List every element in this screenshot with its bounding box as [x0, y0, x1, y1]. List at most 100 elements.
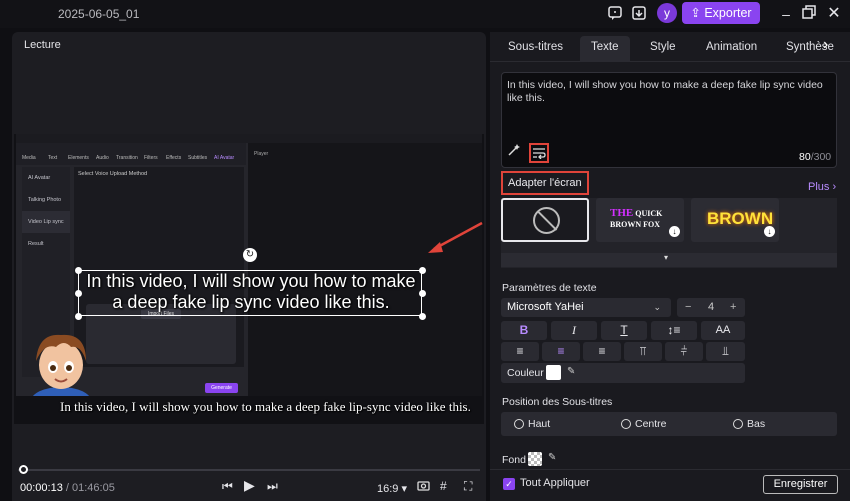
chevron-down-icon: ▾: [664, 253, 669, 262]
chevron-down-icon: ▾: [401, 483, 408, 495]
restore-icon[interactable]: [800, 5, 818, 23]
next-frame-icon[interactable]: ⏭: [267, 479, 278, 494]
avatar-character-image: [32, 334, 90, 396]
align-bottom-icon[interactable]: ⫫: [706, 342, 745, 361]
feedback-icon[interactable]: [606, 5, 624, 23]
inner-side-item: Video Lip sync: [22, 211, 70, 233]
chevron-right-icon[interactable]: ›: [823, 36, 828, 54]
resize-handle[interactable]: [75, 313, 82, 320]
tab-animation[interactable]: Animation: [706, 41, 757, 53]
close-icon[interactable]: ✕: [825, 5, 843, 23]
inner-tab-media: Media: [22, 155, 36, 161]
playback-progress-bar[interactable]: [18, 469, 480, 471]
inner-side-item: AI Avatar: [28, 175, 51, 181]
wrap-text-icon[interactable]: [529, 143, 549, 163]
subtitle-position-heading: Position des Sous-titres: [502, 396, 613, 408]
resize-handle[interactable]: [419, 290, 426, 297]
grid-icon[interactable]: #: [440, 479, 447, 493]
fit-screen-label: Adapter l'écran: [501, 171, 589, 195]
export-button[interactable]: ⇪ Exporter: [682, 2, 760, 24]
more-styles-link[interactable]: Plus ›: [808, 181, 836, 193]
decrease-icon[interactable]: −: [685, 298, 691, 317]
project-title: 2025-06-05_01: [58, 7, 140, 21]
inner-tab-effects: Effects: [166, 155, 182, 161]
fullscreen-icon[interactable]: ⛶: [464, 479, 472, 494]
line-spacing-icon[interactable]: ↕≡: [651, 321, 697, 340]
inner-tab-filters: Filters: [144, 155, 158, 161]
time-separator: /: [62, 482, 72, 494]
radio-bottom-label: Bas: [747, 418, 766, 430]
minimize-icon[interactable]: –: [777, 5, 795, 23]
play-icon[interactable]: ▶: [244, 477, 255, 494]
tab-style[interactable]: Style: [650, 41, 676, 53]
save-button[interactable]: Enregistrer: [763, 475, 838, 494]
eyedropper-icon[interactable]: ✎: [548, 452, 556, 463]
resize-handle[interactable]: [419, 267, 426, 274]
radio-center[interactable]: [621, 419, 631, 429]
title-bar: 2025-06-05_01 y ⇪ Exporter – ✕: [0, 0, 850, 28]
font-size-value: 4: [708, 301, 715, 313]
progress-handle[interactable]: [18, 465, 28, 474]
char-counter: 80/300: [799, 151, 831, 163]
timecode: 00:00:13 / 01:46:05: [20, 482, 115, 494]
selected-text-box[interactable]: In this video, I will show you how to ma…: [78, 270, 422, 316]
style-preset-brown[interactable]: BROWN ↓: [691, 198, 779, 242]
underline-icon[interactable]: T: [601, 321, 647, 340]
preview-viewport[interactable]: Media Text Elements Audio Transition Fil…: [14, 134, 484, 424]
italic-icon[interactable]: I: [551, 321, 597, 340]
background-swatch[interactable]: [528, 452, 542, 466]
rotate-handle-icon[interactable]: ↻: [243, 248, 257, 262]
font-family-value: Microsoft YaHei: [507, 301, 584, 313]
apply-all-checkbox[interactable]: ✓: [503, 478, 515, 490]
aspect-ratio-select[interactable]: 16:9 ▾: [377, 482, 407, 495]
text-params-heading: Paramètres de texte: [502, 282, 597, 294]
current-time: 00:00:13: [20, 482, 63, 494]
snapshot-icon[interactable]: [417, 479, 430, 494]
char-max: /300: [810, 151, 832, 163]
inner-tab-elements: Elements: [68, 155, 89, 161]
style-preview-text: BROWN: [707, 209, 774, 228]
radio-center-label: Centre: [635, 418, 667, 430]
user-avatar[interactable]: y: [657, 3, 677, 23]
bold-icon[interactable]: B: [501, 321, 547, 340]
inner-side-item: Result: [28, 241, 44, 247]
increase-icon[interactable]: +: [730, 298, 736, 317]
resize-handle[interactable]: [75, 267, 82, 274]
properties-panel: Sous-titres Texte Style Animation Synthè…: [490, 32, 850, 501]
radio-bottom[interactable]: [733, 419, 743, 429]
align-middle-icon[interactable]: ⫩: [665, 342, 703, 361]
annotation-arrow-icon: [428, 221, 483, 253]
inner-side-item: Talking Photo: [28, 197, 62, 203]
download-icon[interactable]: [630, 5, 648, 23]
align-top-icon[interactable]: ⫪: [624, 342, 662, 361]
style-preset-none[interactable]: [501, 198, 589, 242]
ai-magic-icon[interactable]: [504, 143, 524, 163]
style-preset-quick-brown-fox[interactable]: THE QUICK BROWN FOX ↓: [596, 198, 684, 242]
presets-expand-bar[interactable]: ▾: [501, 253, 837, 267]
char-count: 80: [799, 151, 811, 163]
apply-all-label: Tout Appliquer: [520, 477, 590, 489]
background-label: Fond: [502, 454, 526, 466]
uppercase-icon[interactable]: AA: [701, 321, 745, 340]
player-title: Lecture: [24, 39, 61, 51]
tab-text[interactable]: Texte: [580, 36, 630, 62]
resize-handle[interactable]: [75, 290, 82, 297]
resize-handle[interactable]: [419, 313, 426, 320]
no-style-icon: [533, 207, 560, 234]
tab-subtitles[interactable]: Sous-titres: [508, 41, 563, 53]
eyedropper-icon[interactable]: ✎: [567, 366, 575, 377]
text-content-input[interactable]: In this video, I will show you how to ma…: [501, 72, 837, 168]
text-content-value: In this video, I will show you how to ma…: [507, 79, 823, 104]
properties-tabs: Sous-titres Texte Style Animation Synthè…: [490, 32, 850, 62]
bottom-action-bar: ✓ Tout Appliquer Enregistrer: [490, 469, 850, 501]
player-panel: Lecture Media Text Elements Audio Transi…: [12, 32, 486, 501]
color-swatch[interactable]: [546, 365, 561, 380]
font-size-stepper[interactable]: − 4 +: [677, 298, 745, 317]
align-center-icon[interactable]: ≡: [542, 342, 580, 361]
align-right-icon[interactable]: ≡: [583, 342, 621, 361]
radio-top[interactable]: [514, 419, 524, 429]
align-left-icon[interactable]: ≡: [501, 342, 539, 361]
export-label: Exporter: [704, 6, 752, 20]
previous-frame-icon[interactable]: ⏮: [222, 479, 233, 494]
font-family-select[interactable]: Microsoft YaHei ⌄: [501, 298, 671, 317]
